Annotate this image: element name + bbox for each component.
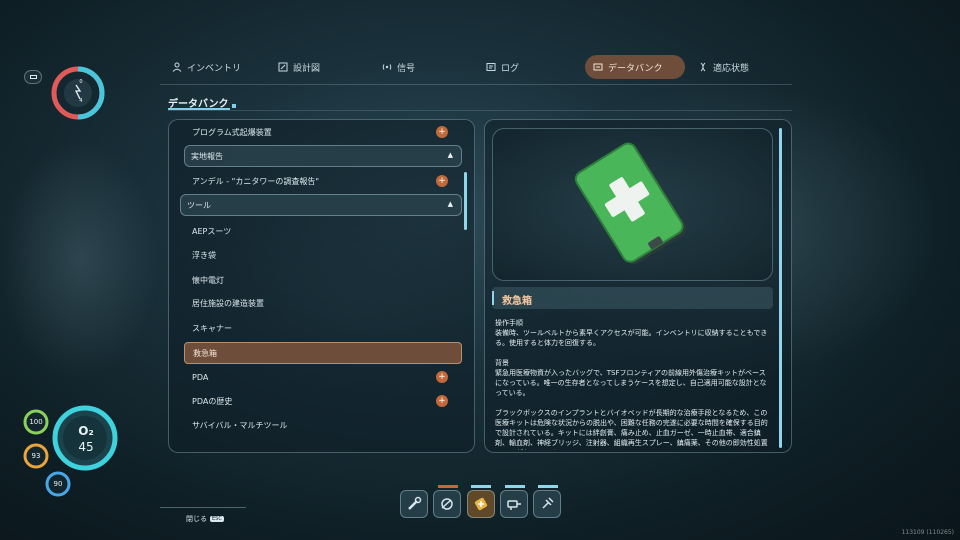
hotbar-indicator (505, 485, 525, 488)
category-header[interactable]: 実地報告 ▲ (184, 145, 462, 167)
gauge-value: 0 (79, 79, 83, 85)
close-label: 閉じる (186, 515, 207, 523)
list-item[interactable]: スキャナー (184, 317, 462, 339)
tab-label: 設計図 (293, 63, 321, 74)
temperature-gauge (51, 66, 105, 120)
divider (160, 84, 792, 85)
divider (492, 291, 494, 305)
tab-label: ログ (501, 63, 520, 74)
description-paragraph: 操作手順 装備時、ツールベルトから素早くアクセスが可能。インベントリに収納するこ… (495, 319, 768, 347)
list-item[interactable]: 浮き袋 (184, 244, 462, 266)
detail-scrollbar[interactable] (779, 128, 782, 448)
medkit-icon (474, 497, 488, 511)
list-item[interactable]: PDAの歴史 + (184, 390, 462, 412)
list-item-label: 浮き袋 (192, 250, 216, 260)
log-icon (486, 62, 496, 72)
hotbar-indicator (471, 485, 491, 488)
list-item-label: PDAの歴史 (192, 396, 233, 406)
description-paragraph: 背景 緊急用医療物資が入ったバッグで、TSFフロンティアの前線用外傷治療キットが… (495, 359, 767, 397)
list-item-selected[interactable]: 救急箱 (184, 342, 462, 364)
expand-plus-icon[interactable]: + (436, 395, 448, 407)
gauge-value: 4 (79, 98, 83, 104)
category-header[interactable]: ツール ▲ (180, 194, 462, 216)
list-item-label: 救急箱 (193, 348, 217, 358)
list-item[interactable]: プログラム式起爆装置 + (184, 121, 462, 143)
list-item[interactable]: 居住施設の建造装置 (184, 292, 462, 314)
esc-key-hint: ESC (210, 516, 224, 522)
divider (160, 507, 246, 508)
list-item-label: スキャナー (192, 323, 232, 333)
list-item-label: プログラム式起爆装置 (192, 127, 272, 137)
list-item-label: 居住施設の建造装置 (192, 298, 264, 308)
oxygen-gauge (52, 405, 118, 471)
list-item-label: サバイバル・マルチツール (192, 420, 288, 430)
health-value: 100 (29, 418, 43, 426)
category-label: ツール (187, 200, 211, 210)
tab-databank[interactable]: データバンク (585, 55, 685, 79)
medkit-icon (574, 142, 687, 265)
tab-label: 信号 (397, 63, 416, 74)
list-item-label: アンデル - "カニタワーの調査報告" (192, 176, 320, 186)
battery-icon (24, 70, 42, 84)
tab-inventory[interactable]: インベントリ (164, 55, 249, 79)
list-item[interactable]: サバイバル・マルチツール (184, 414, 462, 436)
hotbar-indicator (438, 485, 458, 488)
list-item[interactable]: 懐中電灯 (184, 269, 462, 291)
background-shape (0, 140, 160, 380)
tab-label: 適応状態 (713, 63, 750, 74)
list-item-label: 懐中電灯 (192, 275, 224, 285)
drill-icon (507, 500, 521, 510)
tab-adaptations[interactable]: 適応状態 (690, 55, 757, 79)
list-item[interactable]: AEPスーツ (184, 220, 462, 242)
tab-blueprints[interactable]: 設計図 (270, 55, 328, 79)
hotbar-slot-5[interactable] (533, 490, 561, 518)
item-title: 救急箱 (502, 296, 532, 307)
expand-plus-icon[interactable]: + (436, 126, 448, 138)
list-item[interactable]: アンデル - "カニタワーの調査報告" + (184, 170, 462, 192)
plug-icon (542, 497, 554, 509)
oxygen-value: 45 (78, 440, 94, 454)
oxygen-label: O₂ (78, 424, 94, 438)
item-description: 操作手順 装備時、ツールベルトから素早くアクセスが可能。インベントリに収納するこ… (495, 318, 771, 450)
chevron-up-icon: ▲ (447, 200, 453, 208)
databank-list-panel[interactable]: プログラム式起爆装置 + 実地報告 ▲ アンデル - "カニタワーの調査報告" … (168, 119, 475, 453)
tab-label: インベントリ (187, 63, 242, 74)
expand-plus-icon[interactable]: + (436, 371, 448, 383)
close-button[interactable]: 閉じる ESC (186, 512, 242, 526)
hotbar-indicator (538, 485, 558, 488)
wrench-icon (408, 496, 422, 510)
signal-icon (382, 62, 392, 72)
list-item-label: AEPスーツ (192, 226, 232, 236)
tab-logs[interactable]: ログ (478, 55, 527, 79)
description-paragraph: ブラックボックスのインプラントとバイオベッドが長期的な治療手段となるため、この医… (495, 409, 768, 450)
divider (168, 110, 792, 111)
item-title-bar (492, 287, 773, 309)
divider (232, 104, 236, 108)
category-label: 実地報告 (191, 151, 223, 161)
tab-label: データバンク (608, 63, 663, 74)
databank-icon (593, 62, 603, 72)
hotbar-slot-2[interactable] (433, 490, 461, 518)
list-item[interactable]: PDA + (184, 366, 462, 388)
water-value: 90 (53, 480, 63, 488)
top-tab-bar: インベントリ 設計図 信号 ログ データバンク 適応状態 (160, 52, 792, 82)
tab-signals[interactable]: 信号 (374, 55, 423, 79)
dna-icon (698, 62, 708, 72)
scanner-icon (441, 498, 453, 510)
person-icon (172, 62, 182, 72)
chevron-up-icon: ▲ (447, 151, 453, 159)
hotbar-slot-1[interactable] (400, 490, 428, 518)
hotbar-slot-4[interactable] (500, 490, 528, 518)
expand-plus-icon[interactable]: + (436, 175, 448, 187)
item-image-frame (492, 128, 773, 281)
build-id: 113109 (110265) (901, 529, 954, 536)
blueprint-icon (278, 62, 288, 72)
hotbar-slot-3[interactable] (467, 490, 495, 518)
list-scrollbar[interactable] (464, 172, 467, 230)
food-value: 93 (31, 452, 41, 460)
list-item-label: PDA (192, 372, 209, 382)
